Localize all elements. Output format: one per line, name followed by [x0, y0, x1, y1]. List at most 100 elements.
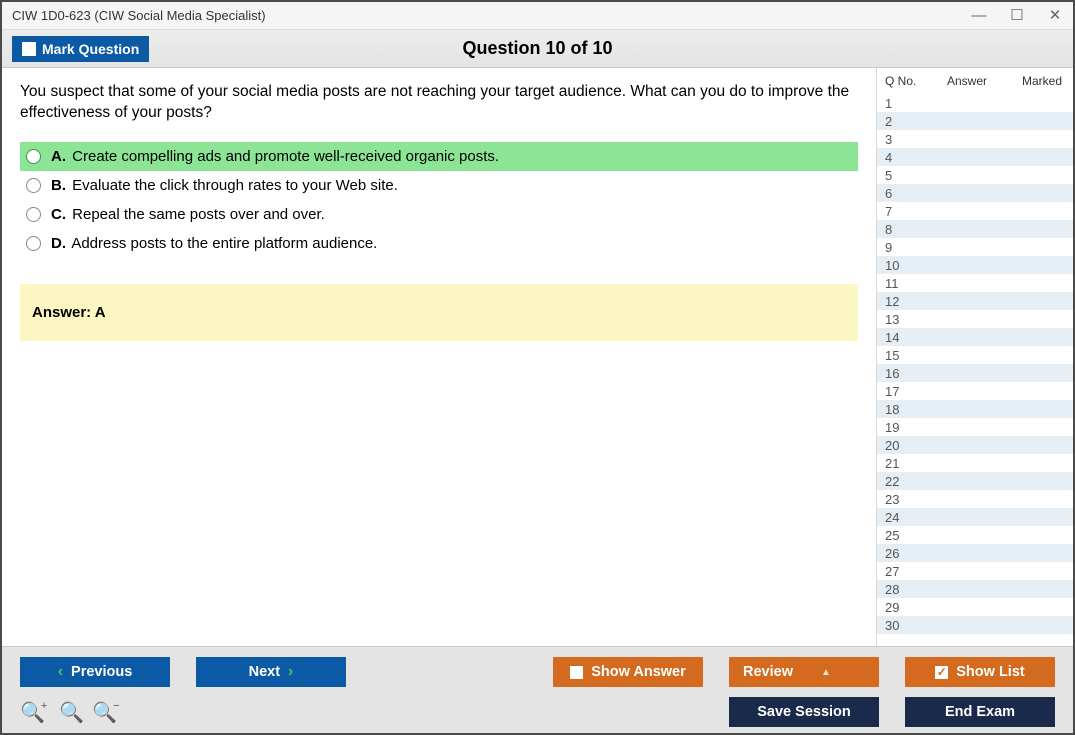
review-button[interactable]: Review ▲ — [729, 657, 879, 687]
answer-prefix: Answer: — [32, 304, 95, 321]
qlist-row[interactable]: 15 — [877, 346, 1073, 364]
qlist-number: 20 — [885, 438, 923, 453]
qlist-number: 12 — [885, 294, 923, 309]
option-letter: B. — [51, 177, 66, 194]
show-list-button[interactable]: ✓ Show List — [905, 657, 1055, 687]
show-answer-button[interactable]: Show Answer — [553, 657, 703, 687]
qlist-number: 25 — [885, 528, 923, 543]
qlist-number: 4 — [885, 150, 923, 165]
qlist-number: 27 — [885, 564, 923, 579]
qlist-row[interactable]: 7 — [877, 202, 1073, 220]
question-list-panel: Q No. Answer Marked 12345678910111213141… — [876, 68, 1073, 646]
question-text: You suspect that some of your social med… — [20, 82, 858, 124]
window-title: CIW 1D0-623 (CIW Social Media Specialist… — [12, 8, 266, 23]
option-row[interactable]: C. Repeal the same posts over and over. — [20, 200, 858, 229]
chevron-right-icon: › — [288, 663, 293, 681]
review-label: Review — [743, 664, 793, 680]
save-session-button[interactable]: Save Session — [729, 697, 879, 727]
mark-question-button[interactable]: Mark Question — [12, 36, 149, 62]
end-exam-button[interactable]: End Exam — [905, 697, 1055, 727]
caret-up-icon: ▲ — [821, 667, 831, 678]
qlist-row[interactable]: 18 — [877, 400, 1073, 418]
qlist-row[interactable]: 2 — [877, 112, 1073, 130]
show-answer-label: Show Answer — [591, 664, 686, 680]
zoom-in-icon[interactable]: 🔍+ — [20, 700, 51, 725]
maximize-icon[interactable]: ☐ — [1007, 8, 1027, 23]
qlist-row[interactable]: 3 — [877, 130, 1073, 148]
option-letter: A. — [51, 148, 66, 165]
qlist-row[interactable]: 9 — [877, 238, 1073, 256]
option-row[interactable]: A. Create compelling ads and promote wel… — [20, 142, 858, 171]
answer-value: A — [95, 304, 106, 321]
option-body: Evaluate the click through rates to your… — [68, 177, 398, 194]
option-row[interactable]: D. Address posts to the entire platform … — [20, 229, 858, 258]
option-row[interactable]: B. Evaluate the click through rates to y… — [20, 171, 858, 200]
question-panel: You suspect that some of your social med… — [2, 68, 876, 646]
qlist-number: 3 — [885, 132, 923, 147]
option-text: A. Create compelling ads and promote wel… — [51, 148, 499, 165]
qlist-row[interactable]: 29 — [877, 598, 1073, 616]
qlist-row[interactable]: 12 — [877, 292, 1073, 310]
qlist-row[interactable]: 8 — [877, 220, 1073, 238]
qlist-number: 15 — [885, 348, 923, 363]
option-text: D. Address posts to the entire platform … — [51, 235, 377, 252]
qlist-row[interactable]: 16 — [877, 364, 1073, 382]
checkmark-icon: ✓ — [935, 666, 948, 679]
qlist-number: 2 — [885, 114, 923, 129]
qlist-row[interactable]: 21 — [877, 454, 1073, 472]
qlist-row[interactable]: 4 — [877, 148, 1073, 166]
bottom-row-1: ‹ Previous Next › Show Answer Review ▲ ✓… — [20, 657, 1055, 687]
qlist-row[interactable]: 17 — [877, 382, 1073, 400]
top-toolbar: Mark Question Question 10 of 10 — [2, 30, 1073, 68]
square-icon — [570, 666, 583, 679]
qlist-row[interactable]: 22 — [877, 472, 1073, 490]
qlist-number: 21 — [885, 456, 923, 471]
option-body: Repeal the same posts over and over. — [68, 206, 325, 223]
answer-box: Answer: A — [20, 284, 858, 341]
option-text: B. Evaluate the click through rates to y… — [51, 177, 398, 194]
close-icon[interactable]: ✕ — [1045, 8, 1065, 23]
qlist-row[interactable]: 24 — [877, 508, 1073, 526]
qlist-body[interactable]: 1234567891011121314151617181920212223242… — [877, 94, 1073, 646]
qlist-number: 19 — [885, 420, 923, 435]
minimize-icon[interactable]: — — [969, 8, 989, 23]
zoom-reset-icon[interactable]: 🔍 — [59, 700, 84, 725]
qlist-row[interactable]: 1 — [877, 94, 1073, 112]
bottom-toolbar: ‹ Previous Next › Show Answer Review ▲ ✓… — [2, 646, 1073, 733]
chevron-left-icon: ‹ — [58, 663, 63, 681]
option-letter: D. — [51, 235, 66, 252]
qlist-row[interactable]: 6 — [877, 184, 1073, 202]
qlist-row[interactable]: 30 — [877, 616, 1073, 634]
col-header-qno: Q No. — [877, 74, 923, 88]
col-header-marked: Marked — [1011, 74, 1073, 88]
qlist-row[interactable]: 11 — [877, 274, 1073, 292]
qlist-row[interactable]: 13 — [877, 310, 1073, 328]
option-body: Address posts to the entire platform aud… — [68, 235, 377, 252]
qlist-row[interactable]: 26 — [877, 544, 1073, 562]
zoom-controls: 🔍+ 🔍 🔍− — [20, 700, 124, 725]
option-letter: C. — [51, 206, 66, 223]
show-list-label: Show List — [956, 664, 1024, 680]
qlist-number: 26 — [885, 546, 923, 561]
qlist-row[interactable]: 10 — [877, 256, 1073, 274]
qlist-row[interactable]: 25 — [877, 526, 1073, 544]
option-text: C. Repeal the same posts over and over. — [51, 206, 325, 223]
qlist-number: 10 — [885, 258, 923, 273]
previous-button[interactable]: ‹ Previous — [20, 657, 170, 687]
save-session-label: Save Session — [757, 704, 851, 720]
qlist-row[interactable]: 20 — [877, 436, 1073, 454]
zoom-out-icon[interactable]: 🔍− — [92, 700, 123, 725]
qlist-number: 17 — [885, 384, 923, 399]
radio-icon — [26, 236, 41, 251]
next-label: Next — [249, 664, 280, 680]
app-window: CIW 1D0-623 (CIW Social Media Specialist… — [0, 0, 1075, 735]
qlist-number: 23 — [885, 492, 923, 507]
qlist-row[interactable]: 5 — [877, 166, 1073, 184]
qlist-row[interactable]: 28 — [877, 580, 1073, 598]
next-button[interactable]: Next › — [196, 657, 346, 687]
qlist-row[interactable]: 19 — [877, 418, 1073, 436]
qlist-row[interactable]: 27 — [877, 562, 1073, 580]
qlist-row[interactable]: 14 — [877, 328, 1073, 346]
qlist-row[interactable]: 23 — [877, 490, 1073, 508]
qlist-number: 1 — [885, 96, 923, 111]
